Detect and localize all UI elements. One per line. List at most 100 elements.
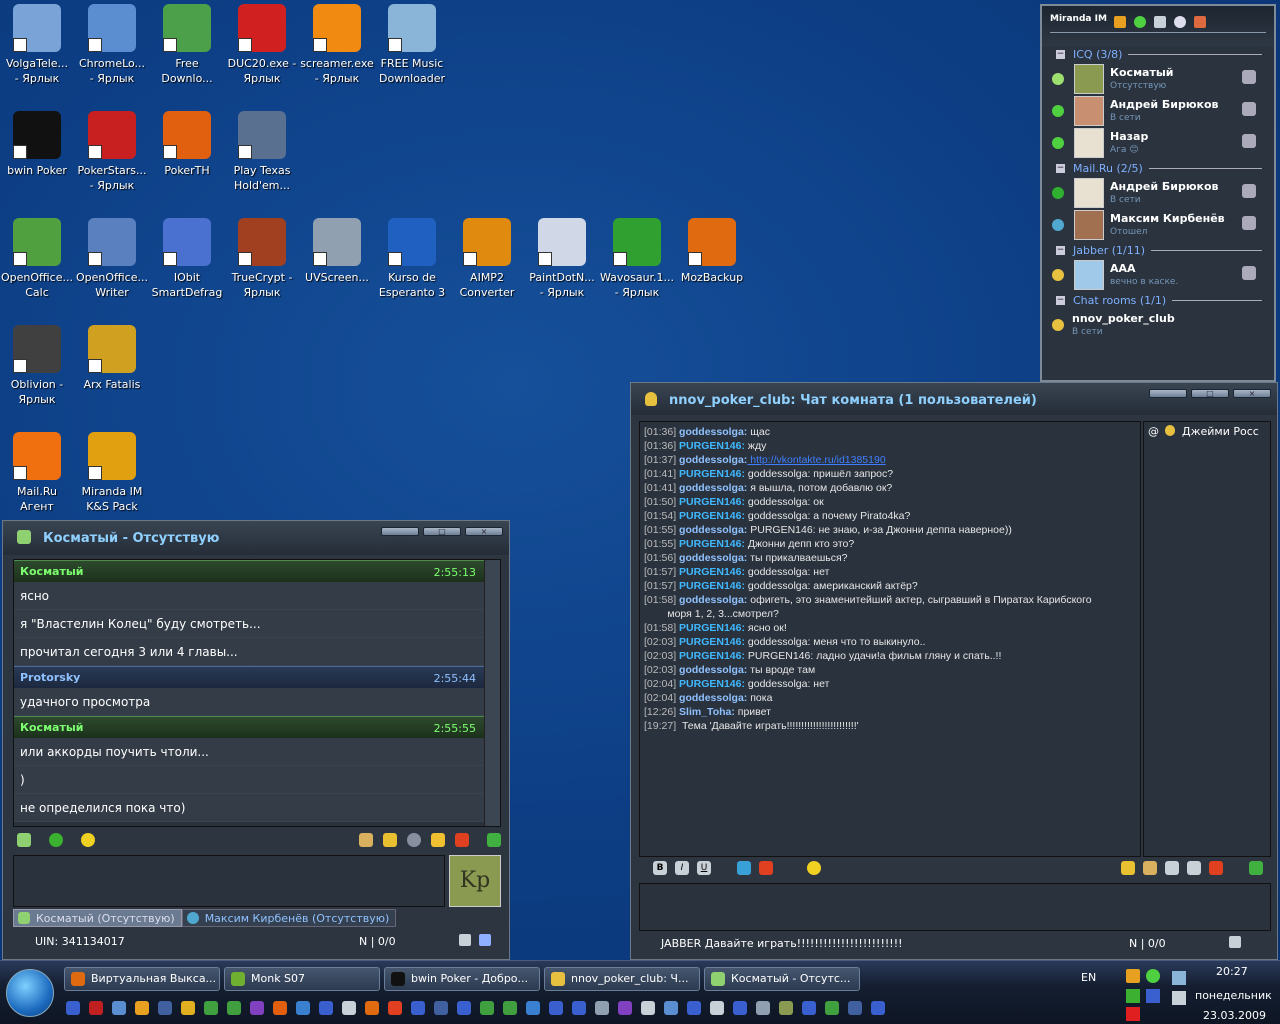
log-nick[interactable]: PURGEN146: (679, 678, 745, 690)
desktop-icon[interactable]: PokerStars... - Ярлык (74, 111, 150, 193)
clock-time[interactable]: 20:27 (1216, 965, 1248, 978)
message-input[interactable] (639, 883, 1271, 931)
message-log[interactable]: Косматый 2:55:13 ясно я "Властелин Колец" б… (13, 559, 501, 827)
desktop-icon[interactable]: Oblivion - Ярлык (0, 325, 75, 407)
italic-button[interactable]: I (675, 861, 689, 875)
desktop-icon[interactable]: Arx Fatalis (74, 325, 150, 392)
quick-launch-icon[interactable] (480, 1001, 494, 1015)
desktop-icon[interactable]: OpenOffice... Calc (0, 218, 75, 300)
log-nick[interactable]: goddessolga: (679, 552, 747, 564)
collapse-icon[interactable]: − (1056, 246, 1065, 255)
maximize-button[interactable]: □ (1191, 389, 1229, 398)
quick-launch-icon[interactable] (595, 1001, 609, 1015)
quick-launch-icon[interactable] (572, 1001, 586, 1015)
collapse-icon[interactable]: − (1056, 164, 1065, 173)
list-icon[interactable] (1187, 861, 1201, 875)
message-input[interactable] (13, 855, 445, 907)
quick-launch-icon[interactable] (227, 1001, 241, 1015)
scrollbar[interactable] (484, 560, 500, 826)
log-nick[interactable]: PURGEN146: (679, 636, 745, 648)
quick-launch-icon[interactable] (618, 1001, 632, 1015)
chat-bubble-icon[interactable] (431, 833, 445, 847)
color-icon[interactable] (737, 861, 751, 875)
contact-item[interactable]: Косматый Отсутствую (1052, 64, 1264, 96)
quick-launch-icon[interactable] (112, 1001, 126, 1015)
desktop-icon[interactable]: IObit SmartDefrag (149, 218, 225, 300)
gear-icon[interactable] (407, 833, 421, 847)
quick-launch-icon[interactable] (296, 1001, 310, 1015)
quick-launch-icon[interactable] (319, 1001, 333, 1015)
quick-launch-icon[interactable] (89, 1001, 103, 1015)
start-button[interactable] (6, 969, 54, 1017)
gear-icon[interactable] (1174, 16, 1186, 28)
log-nick[interactable]: goddessolga: (679, 594, 747, 606)
desktop-icon[interactable]: PaintDotN... - Ярлык (524, 218, 600, 300)
quick-launch-icon[interactable] (871, 1001, 885, 1015)
quick-launch-icon[interactable] (388, 1001, 402, 1015)
desktop-icon[interactable]: ChromeLo... - Ярлык (74, 4, 150, 86)
log-nick[interactable]: Slim_Toha: (679, 706, 735, 718)
log-nick[interactable]: PURGEN146: (679, 440, 745, 452)
volume-icon[interactable] (1172, 991, 1186, 1005)
close-button[interactable]: × (1233, 389, 1271, 398)
taskbar-button[interactable]: Косматый - Отсутс... (704, 967, 860, 991)
contact-group[interactable]: − ICQ (3/8) (1056, 48, 1262, 61)
contact-group[interactable]: − Mail.Ru (2/5) (1056, 162, 1262, 175)
protocol-icon[interactable] (17, 833, 31, 847)
quick-launch-icon[interactable] (135, 1001, 149, 1015)
history-icon[interactable] (1143, 861, 1157, 875)
collapse-icon[interactable]: − (1056, 50, 1065, 59)
log-nick[interactable]: goddessolga: (679, 482, 747, 494)
log-nick[interactable]: goddessolga: (679, 692, 747, 704)
smiley-icon[interactable] (807, 861, 821, 875)
bgcolor-icon[interactable] (759, 861, 773, 875)
pencil-icon[interactable] (1121, 861, 1135, 875)
quick-launch-icon[interactable] (342, 1001, 356, 1015)
quick-launch-icon[interactable] (365, 1001, 379, 1015)
quick-launch-icon[interactable] (503, 1001, 517, 1015)
quick-launch-icon[interactable] (756, 1001, 770, 1015)
contact-item[interactable]: AAA вечно в каске. (1052, 260, 1264, 292)
user-list[interactable]: @ Джейми Росс (1143, 421, 1271, 857)
send-arrow-icon[interactable] (1249, 861, 1263, 875)
desktop-icon[interactable]: Free Downlo... (149, 4, 225, 86)
taskbar-button[interactable]: Виртуальная Выкса... (64, 967, 220, 991)
history-icon[interactable] (359, 833, 373, 847)
desktop-icon[interactable]: MozBackup (674, 218, 750, 285)
network-icon[interactable] (1172, 971, 1186, 985)
taskbar-button[interactable]: Monk S07 (224, 967, 380, 991)
desktop-icon[interactable]: Play Texas Hold'em... (224, 111, 300, 193)
log-nick[interactable]: PURGEN146: (679, 650, 745, 662)
quick-launch-icon[interactable] (733, 1001, 747, 1015)
quick-launch-icon[interactable] (434, 1001, 448, 1015)
log-nick[interactable]: PURGEN146: (679, 510, 745, 522)
send-arrow-icon[interactable] (487, 833, 501, 847)
quick-launch-icon[interactable] (250, 1001, 264, 1015)
desktop-icon[interactable]: screamer.exe - Ярлык (299, 4, 375, 86)
contact-item[interactable]: Максим Кирбенёв Отошел (1052, 210, 1264, 242)
user-name[interactable]: Джейми Росс (1182, 425, 1259, 438)
collapse-icon[interactable]: − (1056, 296, 1065, 305)
tray-icon[interactable] (1126, 969, 1140, 983)
bold-button[interactable]: B (653, 861, 667, 875)
add-icon[interactable] (49, 833, 63, 847)
log-link[interactable]: http://vkontakte.ru/id1385190 (747, 454, 885, 466)
tray-icon[interactable] (1126, 989, 1140, 1003)
log-nick[interactable]: goddessolga: (679, 454, 747, 466)
quick-launch-icon[interactable] (549, 1001, 563, 1015)
quick-launch-icon[interactable] (204, 1001, 218, 1015)
quick-launch-icon[interactable] (66, 1001, 80, 1015)
sound-icon[interactable] (1229, 936, 1241, 948)
tray-icon[interactable] (1146, 989, 1160, 1003)
sound-icon[interactable] (459, 934, 471, 946)
desktop-icon[interactable]: Miranda IM K&S Pack (74, 432, 150, 514)
status-menu-icon[interactable] (1134, 16, 1146, 28)
contact-item[interactable]: Назар Ага 😊 (1052, 128, 1264, 160)
quick-launch-icon[interactable] (641, 1001, 655, 1015)
quick-launch-icon[interactable] (687, 1001, 701, 1015)
typing-icon[interactable] (479, 934, 491, 946)
desktop-icon[interactable]: TrueCrypt - Ярлык (224, 218, 300, 300)
quick-launch-icon[interactable] (158, 1001, 172, 1015)
log-nick[interactable]: PURGEN146: (679, 496, 745, 508)
desktop-icon[interactable]: Wavosaur.1... - Ярлык (599, 218, 675, 300)
